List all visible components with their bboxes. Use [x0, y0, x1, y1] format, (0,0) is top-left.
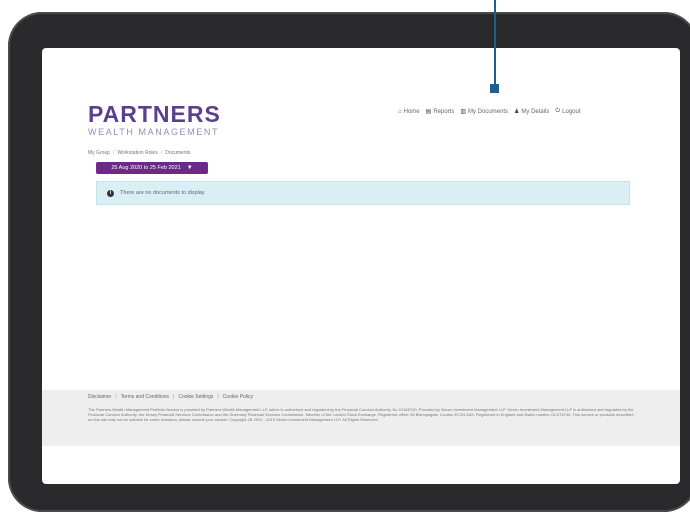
- reports-icon: ▤: [425, 109, 432, 115]
- annotation-pointer-marker: [490, 84, 499, 93]
- breadcrumb-item[interactable]: Workstation Roles: [117, 150, 157, 156]
- alert-text: There are no documents to display: [120, 190, 205, 196]
- footer-legal-text: The Partners Wealth Management Portfolio…: [88, 407, 634, 423]
- logo-sub-text: WEALTH MANAGEMENT: [88, 127, 220, 137]
- logo-main-text: PARTNERS: [88, 101, 221, 127]
- footer-link-terms[interactable]: Terms and Conditions: [121, 394, 169, 400]
- breadcrumb-separator: /: [160, 150, 163, 156]
- footer-separator: |: [217, 394, 219, 400]
- power-icon: ⏻: [555, 108, 561, 114]
- breadcrumb: My Group / Workstation Roles / Documents: [88, 150, 191, 156]
- footer-link-cookie-settings[interactable]: Cookie Settings: [178, 394, 213, 400]
- breadcrumb-item[interactable]: My Group: [88, 150, 110, 156]
- footer-link-disclaimer[interactable]: Disclaimer: [88, 394, 111, 400]
- info-icon: i: [107, 189, 114, 197]
- nav-label: Reports: [433, 108, 455, 115]
- nav-logout[interactable]: ⏻ Logout: [555, 108, 580, 115]
- nav-reports[interactable]: ▤ Reports: [425, 108, 455, 116]
- breadcrumb-item-current: Documents: [165, 150, 191, 156]
- breadcrumb-separator: /: [112, 150, 115, 156]
- top-nav: ⌂ Home ▤ Reports ▥ My Documents ♟ My Det…: [398, 108, 581, 115]
- documents-icon: ▥: [460, 109, 466, 115]
- nav-label: Logout: [562, 108, 581, 115]
- info-alert: i There are no documents to display: [96, 181, 630, 205]
- user-icon: ♟: [514, 109, 520, 115]
- nav-label: Home: [403, 108, 420, 115]
- nav-label: My Documents: [468, 108, 509, 115]
- date-range-label: 25 Aug 2020 to 25 Feb 2021: [111, 165, 181, 171]
- partners-logo[interactable]: PARTNERS WEALTH MANAGEMENT: [88, 103, 221, 138]
- footer-link-cookie-policy[interactable]: Cookie Policy: [223, 394, 253, 400]
- tablet-screen: PARTNERS WEALTH MANAGEMENT ⌂ Home ▤ Repo…: [42, 48, 680, 484]
- nav-label: My Details: [521, 108, 550, 115]
- footer-separator: |: [115, 394, 117, 400]
- caret-down-icon: ▼: [186, 165, 193, 171]
- date-range-dropdown[interactable]: 25 Aug 2020 to 25 Feb 2021 ▼: [96, 162, 208, 174]
- tablet-frame: PARTNERS WEALTH MANAGEMENT ⌂ Home ▤ Repo…: [8, 12, 690, 512]
- page-footer: Disclaimer | Terms and Conditions | Cook…: [42, 390, 680, 446]
- footer-separator: |: [173, 394, 175, 400]
- footer-links: Disclaimer | Terms and Conditions | Cook…: [88, 394, 253, 400]
- nav-home[interactable]: ⌂ Home: [398, 108, 420, 115]
- nav-my-documents[interactable]: ▥ My Documents: [460, 108, 509, 116]
- annotation-pointer-line: [494, 0, 496, 86]
- nav-my-details[interactable]: ♟ My Details: [514, 108, 550, 116]
- home-icon: ⌂: [398, 108, 402, 115]
